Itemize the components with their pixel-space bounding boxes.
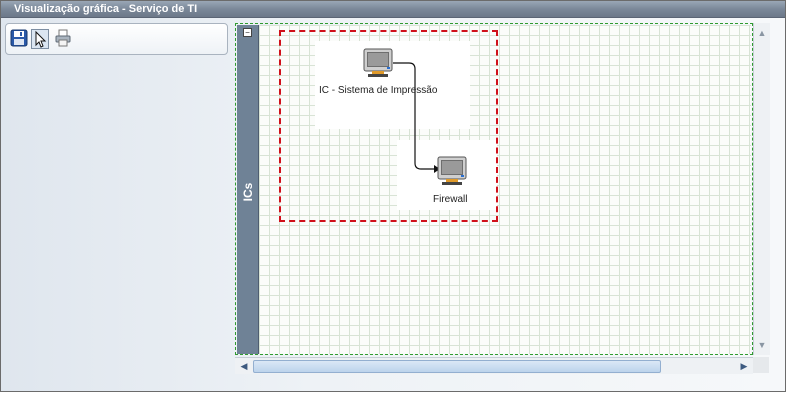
title-bar: Visualização gráfica - Serviço de TI — [1, 1, 785, 18]
horizontal-scrollbar[interactable]: ◀ ▶ — [235, 357, 753, 374]
print-button[interactable] — [54, 29, 72, 49]
scroll-left-arrow-icon[interactable]: ◀ — [237, 359, 251, 373]
printer-icon — [55, 29, 71, 47]
scroll-up-arrow-icon[interactable]: ▲ — [755, 26, 769, 40]
pointer-arrow-icon — [35, 30, 47, 48]
vertical-scrollbar[interactable]: ▲ ▼ — [753, 23, 770, 355]
scroll-down-arrow-icon[interactable]: ▼ — [755, 338, 769, 352]
horizontal-scroll-thumb[interactable] — [253, 360, 661, 373]
diagram-canvas[interactable]: − ICs IC - Sistema de Impressão Firewall… — [235, 23, 770, 374]
select-tool-button[interactable] — [31, 29, 49, 49]
window-title: Visualização gráfica - Serviço de TI — [14, 3, 198, 15]
graphic-view-window: Visualização gráfica - Serviço de TI − I… — [0, 0, 786, 392]
toolbar — [5, 23, 228, 55]
selection-rectangle — [279, 30, 498, 222]
scroll-right-arrow-icon[interactable]: ▶ — [737, 359, 751, 373]
save-button[interactable] — [10, 29, 28, 49]
floppy-disk-icon — [10, 29, 28, 47]
scrollbar-corner — [753, 357, 769, 373]
